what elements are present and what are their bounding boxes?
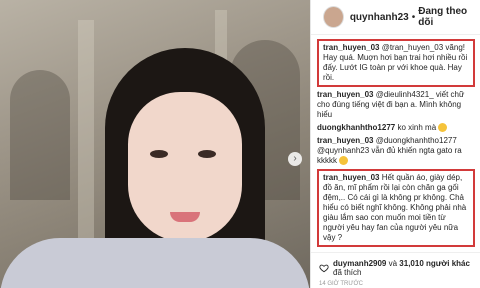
comment-username[interactable]: tran_huyen_03 — [317, 136, 373, 145]
left-eye — [150, 150, 168, 158]
comment-item: tran_huyen_03 @tran_huyen_03 vãng! Hay q… — [317, 39, 475, 87]
likes-and: và — [388, 259, 398, 268]
liker-username[interactable]: duymanh2909 — [333, 259, 386, 268]
likes-others[interactable]: 31,010 người khác — [399, 259, 470, 268]
comment-item: tran_huyen_03 @dieulinh4321_ viết chữ ch… — [317, 90, 475, 120]
likes-suffix: đã thích — [333, 268, 362, 277]
background-arch — [10, 70, 70, 200]
right-eye — [198, 150, 216, 158]
emoji-icon — [339, 156, 349, 166]
emoji-icon — [438, 123, 448, 133]
comment-text: Hết quần áo, giày dép, đồ ăn, mĩ phẩm rồ… — [323, 173, 467, 242]
comment-list: tran_huyen_03 @tran_huyen_03 vãng! Hay q… — [311, 35, 480, 247]
avatar[interactable] — [323, 6, 344, 28]
comment-username[interactable]: tran_huyen_03 — [323, 43, 379, 52]
post-header: quynhanh23 • Đang theo dõi — [311, 0, 480, 35]
author-username[interactable]: quynhanh23 — [350, 12, 409, 23]
background-pillar — [78, 20, 94, 250]
comment-item: duongkhanhtho1277 ko xinh mà — [317, 123, 475, 133]
comment-username[interactable]: tran_huyen_03 — [323, 173, 379, 182]
comment-username[interactable]: duongkhanhtho1277 — [317, 123, 395, 132]
likes-line: duymanh2909 và 31,010 người khác đã thíc… — [319, 259, 473, 277]
post-photo: › — [0, 0, 310, 288]
comment-text: ko xinh mà — [397, 123, 437, 132]
comment-item: tran_huyen_03 @duongkhanhtho1277 @quynha… — [317, 136, 475, 166]
separator-dot: • — [411, 11, 416, 23]
comment-item: tran_huyen_03 Hết quần áo, giày dép, đồ … — [317, 169, 475, 247]
heart-icon[interactable] — [319, 262, 329, 274]
comment-username[interactable]: tran_huyen_03 — [317, 90, 373, 99]
next-photo-arrow-icon[interactable]: › — [288, 152, 302, 166]
comment-panel: quynhanh23 • Đang theo dõi tran_huyen_03… — [310, 0, 480, 288]
shoulder — [0, 238, 310, 288]
follow-status-button[interactable]: Đang theo dõi — [418, 6, 480, 28]
likes-footer: duymanh2909 và 31,010 người khác đã thíc… — [311, 252, 480, 288]
post-time: 14 GIỜ TRƯỚC — [319, 281, 363, 287]
